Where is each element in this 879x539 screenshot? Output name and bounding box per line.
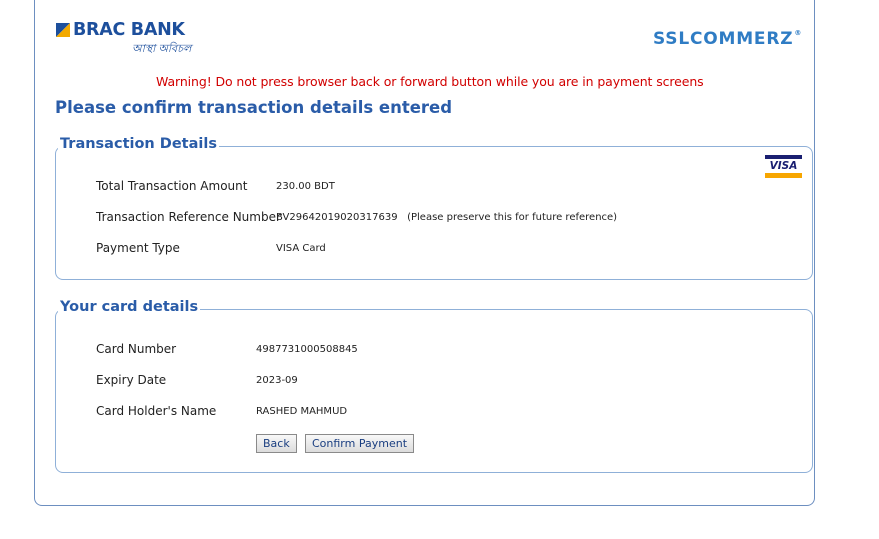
card-number-label: Card Number xyxy=(96,342,177,356)
expiry-date-label: Expiry Date xyxy=(96,373,167,387)
amount-label: Total Transaction Amount xyxy=(96,179,248,193)
transaction-details-section: Transaction Details VISA Total Transacti… xyxy=(55,136,813,280)
bank-tagline: আস্থা অবিচল xyxy=(132,43,192,55)
expiry-date-value: 2023-09 xyxy=(256,375,298,386)
back-button[interactable]: Back xyxy=(256,434,297,453)
payment-type-value: VISA Card xyxy=(276,243,326,254)
card-details-legend: Your card details xyxy=(58,299,201,315)
sslcommerz-logo: SSLCOMMERZ® xyxy=(653,29,802,49)
confirm-payment-button[interactable]: Confirm Payment xyxy=(305,434,415,453)
card-holder-label: Card Holder's Name xyxy=(96,404,217,418)
card-holder-value: RASHED MAHMUD xyxy=(256,406,348,417)
reference-value: BV29642019020317639 (Please preserve thi… xyxy=(276,212,618,223)
gateway-name: SSLCOMMERZ xyxy=(653,29,794,49)
reference-label: Transaction Reference Number xyxy=(96,210,281,224)
amount-value: 230.00 BDT xyxy=(276,181,335,192)
payment-type-label: Payment Type xyxy=(96,241,180,255)
visa-icon: VISA xyxy=(765,155,802,178)
card-details-section: Your card details Card Number 4987731000… xyxy=(55,299,813,473)
card-number-value: 4987731000508845 xyxy=(256,344,358,355)
page-title: Please confirm transaction details enter… xyxy=(55,98,453,117)
brac-bank-logo: BRAC BANK আস্থা অবিচল xyxy=(56,20,196,58)
brac-logo-mark-icon xyxy=(56,23,70,37)
registered-mark: ® xyxy=(794,29,803,38)
transaction-details-legend: Transaction Details xyxy=(58,136,219,152)
bank-name: BRAC BANK xyxy=(73,20,185,40)
navigation-warning: Warning! Do not press browser back or fo… xyxy=(156,74,704,89)
visa-text: VISA xyxy=(769,160,798,172)
